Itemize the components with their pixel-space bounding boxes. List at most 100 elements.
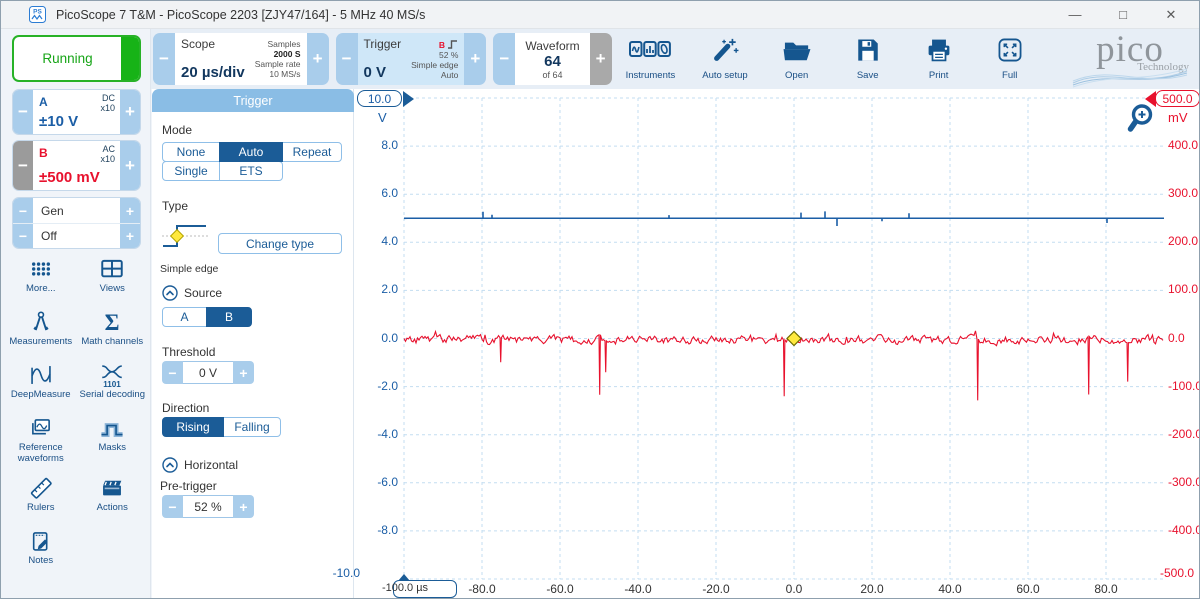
- pretrigger-increase-button[interactable]: +: [233, 495, 254, 518]
- sidebar-tool-actions[interactable]: Actions: [77, 470, 149, 521]
- pretrigger-value[interactable]: 52 %: [183, 495, 233, 518]
- pretrigger-stepper: − 52 % +: [162, 495, 254, 518]
- channel-a-box[interactable]: − A DCx10 ±10 V +: [12, 89, 141, 135]
- toolbar-open-button[interactable]: Open: [775, 37, 819, 81]
- minimize-button[interactable]: —: [1067, 7, 1083, 22]
- change-type-button[interactable]: Change type: [218, 233, 342, 254]
- trigger-settings[interactable]: Trigger 0 V B 52 % Simple edge Auto: [358, 33, 465, 85]
- channel-b-body[interactable]: B ACx10 ±500 mV: [33, 141, 120, 190]
- trigger-summary: B 52 % Simple edge Auto: [411, 37, 458, 81]
- waveform-number: 64: [544, 53, 561, 70]
- print-icon: [925, 37, 953, 68]
- channel-a-body[interactable]: A DCx10 ±10 V: [33, 90, 120, 134]
- sidebar-tool-more[interactable]: More...: [5, 251, 77, 302]
- left-axis-tick-label: 8.0: [356, 138, 398, 152]
- sidebar-tool-views[interactable]: Views: [77, 251, 149, 302]
- left-axis-arrow-icon: [403, 91, 414, 107]
- run-stop-button[interactable]: Running: [12, 35, 141, 82]
- waveform-buffer-group: − Waveform 64 of 64 +: [493, 33, 611, 85]
- left-axis-tick-label: -6.0: [356, 475, 398, 489]
- generator-decrease-button[interactable]: −: [13, 198, 33, 223]
- sidebar-tool-label: Masks: [99, 443, 126, 454]
- generator-state-row[interactable]: − Off +: [13, 223, 140, 248]
- scope-sample-info: Samples 2000 S Sample rate 10 MS/s: [255, 37, 301, 81]
- collapse-chevron-icon: [162, 285, 178, 301]
- trigger-panel-header[interactable]: Trigger: [152, 89, 354, 112]
- trigger-source-badge: B: [439, 40, 445, 50]
- sidebar-tool-label: More...: [26, 284, 56, 295]
- generator-state-increase-button[interactable]: +: [120, 224, 140, 248]
- run-label: Running: [14, 51, 121, 66]
- left-axis-tick-label: 2.0: [356, 282, 398, 296]
- edge-glyph-icon: [447, 39, 458, 49]
- waveform-plot[interactable]: [354, 89, 1200, 599]
- toolbar-full-button[interactable]: Full: [988, 37, 1032, 81]
- rulers-icon: [28, 474, 54, 501]
- toolbar-save-button[interactable]: Save: [846, 37, 890, 81]
- waveform-buffer[interactable]: Waveform 64 of 64: [515, 33, 589, 85]
- channel-b-name: B: [39, 146, 48, 160]
- threshold-value[interactable]: 0 V: [183, 361, 233, 384]
- sidebar-tool-deepmeasure[interactable]: DeepMeasure: [5, 357, 77, 408]
- sidebar-tool-measurements[interactable]: Measurements: [5, 304, 77, 355]
- close-button[interactable]: ✕: [1163, 7, 1179, 23]
- generator-increase-button[interactable]: +: [120, 198, 140, 223]
- sidebar-tool-reference-waveforms[interactable]: Reference waveforms: [5, 410, 77, 468]
- source-section-header[interactable]: Source: [162, 285, 222, 301]
- threshold-decrease-button[interactable]: −: [162, 361, 183, 384]
- mode-ets-button[interactable]: ETS: [219, 161, 283, 181]
- trigger-increase-button[interactable]: +: [464, 33, 486, 85]
- source-label: Source: [184, 286, 222, 300]
- sidebar-tool-serial-decoding[interactable]: 1101Serial decoding: [77, 357, 149, 408]
- trigger-marker-diamond[interactable]: [787, 331, 801, 345]
- trigger-decrease-button[interactable]: −: [336, 33, 358, 85]
- generator-state-decrease-button[interactable]: −: [13, 224, 33, 248]
- right-axis-tick-label: 200.0: [1168, 234, 1200, 248]
- mode-none-button[interactable]: None: [162, 142, 220, 162]
- source-a-button[interactable]: A: [162, 307, 207, 327]
- toolbar-instruments-button[interactable]: Instruments: [626, 37, 676, 81]
- generator-row[interactable]: − Gen +: [13, 198, 140, 223]
- sidebar-tool-math-channels[interactable]: ΣMath channels: [77, 304, 149, 355]
- scope-settings[interactable]: Scope 20 µs/div Samples 2000 S Sample ra…: [175, 33, 307, 85]
- waveform-previous-button[interactable]: −: [493, 33, 515, 85]
- direction-rising-button[interactable]: Rising: [162, 417, 224, 437]
- scope-title: Scope: [181, 37, 245, 51]
- mode-repeat-button[interactable]: Repeat: [282, 142, 342, 162]
- sidebar-tool-masks[interactable]: Masks: [77, 410, 149, 468]
- scope-decrease-button[interactable]: −: [153, 33, 175, 85]
- left-axis-tick-label: 4.0: [356, 234, 398, 248]
- left-axis-top-handle[interactable]: 10.0: [357, 90, 402, 107]
- right-axis-unit: mV: [1168, 110, 1188, 125]
- generator-label: Gen: [33, 198, 120, 223]
- maximize-button[interactable]: □: [1115, 7, 1131, 22]
- type-label: Type: [162, 199, 188, 213]
- channel-b-box[interactable]: − B ACx10 ±500 mV +: [12, 140, 141, 191]
- direction-buttons: RisingFalling: [162, 417, 281, 437]
- sidebar-tool-rulers[interactable]: Rulers: [5, 470, 77, 521]
- mode-auto-button[interactable]: Auto: [219, 142, 283, 162]
- pretrigger-decrease-button[interactable]: −: [162, 495, 183, 518]
- toolbar-print-button[interactable]: Print: [917, 37, 961, 81]
- sidebar-tool-label: Serial decoding: [80, 390, 146, 401]
- scope-increase-button[interactable]: +: [307, 33, 329, 85]
- threshold-increase-button[interactable]: +: [233, 361, 254, 384]
- channel-b-decrease-button[interactable]: −: [13, 141, 33, 190]
- waveform-next-button[interactable]: +: [590, 33, 612, 85]
- sidebar-tool-notes[interactable]: Notes: [5, 523, 77, 574]
- x-axis-tick-label: -80.0: [442, 582, 522, 596]
- scope-view[interactable]: 10.0 V -10.0 500.0 mV -500.0 8.06.04.02.…: [354, 89, 1200, 599]
- x-axis-tick-label: 0.0: [754, 582, 834, 596]
- zoom-tool-icon[interactable]: [1126, 101, 1162, 137]
- waveform-title: Waveform: [525, 39, 579, 53]
- horizontal-section-header[interactable]: Horizontal: [162, 457, 238, 473]
- channel-b-increase-button[interactable]: +: [120, 141, 140, 190]
- channel-a-increase-button[interactable]: +: [120, 90, 140, 134]
- right-axis-tick-label: -100.0: [1168, 379, 1200, 393]
- channel-a-decrease-button[interactable]: −: [13, 90, 33, 134]
- toolbar-auto-setup-button[interactable]: Auto setup: [702, 37, 747, 81]
- mode-single-button[interactable]: Single: [162, 161, 220, 181]
- direction-falling-button[interactable]: Falling: [223, 417, 281, 437]
- source-b-button[interactable]: B: [206, 307, 252, 327]
- measurements-icon: [28, 308, 54, 335]
